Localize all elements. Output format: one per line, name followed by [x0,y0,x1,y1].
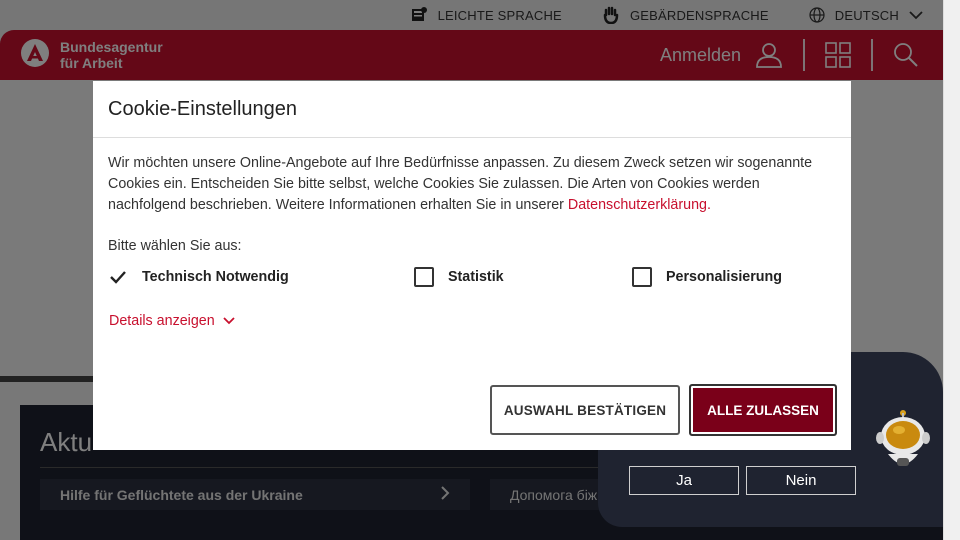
option-label: Technisch Notwendig [142,269,289,285]
choose-label: Bitte wählen Sie aus: [108,238,242,254]
personalization-checkbox[interactable] [632,267,652,287]
cookie-dialog: Cookie-Einstellungen Wir möchten unsere … [93,81,851,450]
option-necessary[interactable]: Technisch Notwendig [108,267,289,287]
confirm-selection-button[interactable]: AUSWAHL BESTÄTIGEN [490,385,680,435]
details-label: Details anzeigen [109,313,215,329]
details-toggle[interactable]: Details anzeigen [109,313,235,329]
option-personalization[interactable]: Personalisierung [632,267,782,287]
accept-all-button[interactable]: ALLE ZULASSEN [689,384,837,436]
chat-yes-button[interactable]: Ja [629,466,739,495]
option-label: Personalisierung [666,269,783,285]
statistics-checkbox[interactable] [414,267,434,287]
scrollbar[interactable] [943,0,960,540]
dialog-title: Cookie-Einstellungen [108,98,298,120]
robot-icon[interactable] [876,408,930,477]
option-statistics[interactable]: Statistik [414,267,504,287]
option-label: Statistik [448,269,504,285]
privacy-policy-link[interactable]: Datenschutzerklärung. [568,197,711,213]
dialog-divider [93,137,851,138]
checkmark-icon [108,267,128,287]
chevron-down-icon [223,313,235,329]
chat-no-button[interactable]: Nein [746,466,856,495]
dialog-description: Wir möchten unsere Online-Angebote auf I… [108,153,828,216]
